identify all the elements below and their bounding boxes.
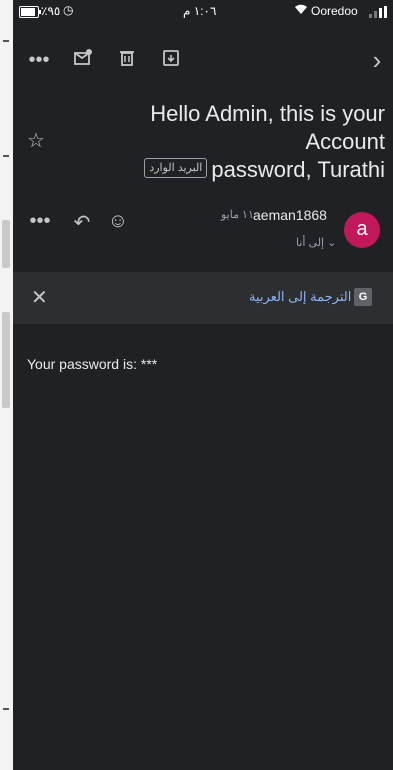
edge-tick <box>3 155 9 157</box>
battery-icon <box>19 6 41 18</box>
recipient-toggle[interactable]: إلى أنا ⌄ <box>296 236 336 249</box>
subject-line-1: Hello Admin, this is your Account <box>150 101 385 154</box>
star-outline-icon[interactable]: ☆ <box>27 128 45 153</box>
email-date: ١١ مايو <box>221 209 254 221</box>
alarm-icon: ◷ <box>63 3 74 17</box>
status-bar: ٪٩٥ ◷ ١:٠٦ م Ooredoo <box>13 0 393 24</box>
email-toolbar: ••• › <box>13 40 393 80</box>
edge-mark <box>2 220 10 268</box>
battery-level: ٪٩٥ <box>41 4 61 18</box>
translate-link[interactable]: الترجمة إلى العربية <box>249 289 351 305</box>
sender-name[interactable]: aeman1868 <box>253 207 327 223</box>
mark-unread-icon[interactable] <box>69 48 97 68</box>
subject-line-2: password, Turathi <box>211 157 385 182</box>
edge-tick <box>3 708 9 710</box>
avatar[interactable]: a <box>344 212 380 248</box>
translate-bar: ✕ الترجمة إلى العربية G <box>13 272 393 324</box>
email-subject: Hello Admin, this is your Account البريد… <box>73 100 385 184</box>
wifi-icon <box>294 3 308 18</box>
email-body: Your password is: *** <box>27 356 158 372</box>
google-translate-icon: G <box>354 288 372 306</box>
gmail-screen: ٪٩٥ ◷ ١:٠٦ م Ooredoo ••• › ☆ Hello Admin… <box>13 0 393 770</box>
left-edge-strip <box>0 0 13 770</box>
reply-icon[interactable]: ↶ <box>69 210 95 235</box>
inbox-label-chip[interactable]: البريد الوارد <box>144 158 208 179</box>
sender-row: ••• ↶ ☺ ١١ مايو aeman1868 إلى أنا ⌄ a <box>13 200 393 252</box>
edge-tick <box>3 40 9 42</box>
more-horiz-icon[interactable]: ••• <box>27 210 53 233</box>
chevron-right-icon[interactable]: › <box>363 47 391 73</box>
status-time: ١:٠٦ م <box>183 4 217 18</box>
more-horiz-icon[interactable]: ••• <box>25 48 53 72</box>
signal-icon <box>369 6 389 18</box>
archive-icon[interactable] <box>157 48 185 68</box>
carrier-name: Ooredoo <box>311 4 358 18</box>
emoji-icon[interactable]: ☺ <box>105 210 131 233</box>
close-icon[interactable]: ✕ <box>31 285 48 310</box>
edge-mark <box>2 312 10 408</box>
trash-icon[interactable] <box>113 48 141 68</box>
